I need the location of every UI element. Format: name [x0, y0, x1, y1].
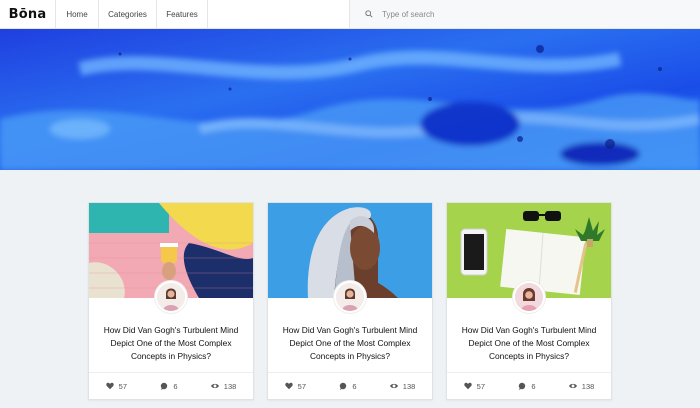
views-count: 138 [581, 381, 595, 391]
article-stats: 57 6 138 [268, 372, 432, 399]
eye-icon [389, 383, 398, 389]
nav-home[interactable]: Home [56, 0, 99, 28]
comments-stat[interactable]: 6 [518, 382, 535, 391]
comments-count: 6 [531, 381, 536, 391]
search-input[interactable] [382, 9, 632, 19]
comment-icon [340, 382, 347, 390]
search-bar[interactable] [350, 0, 700, 28]
eye-icon [568, 383, 577, 389]
views-count: 138 [223, 381, 237, 391]
article-card[interactable]: How Did Van Gogh's Turbulent Mind Depict… [88, 202, 254, 400]
likes-count: 57 [118, 381, 127, 391]
article-card[interactable]: How Did Van Gogh's Turbulent Mind Depict… [267, 202, 433, 400]
likes-count: 57 [476, 381, 485, 391]
search-icon [365, 10, 373, 18]
comments-stat[interactable]: 6 [339, 382, 356, 391]
nav-features[interactable]: Features [157, 0, 208, 28]
likes-count: 57 [297, 381, 306, 391]
article-stats: 57 6 138 [447, 372, 611, 399]
comments-count: 6 [352, 381, 357, 391]
heart-icon [284, 382, 293, 390]
heart-icon [463, 382, 472, 390]
heart-icon [105, 382, 114, 390]
site-logo[interactable]: Bōna [0, 0, 56, 28]
header-spacer [208, 0, 350, 28]
site-header: Bōna Home Categories Features [0, 0, 700, 29]
nav-categories[interactable]: Categories [99, 0, 157, 28]
hero-banner-image [0, 29, 700, 170]
article-stats: 57 6 138 [89, 372, 253, 399]
likes-stat[interactable]: 57 [284, 381, 306, 391]
article-card[interactable]: How Did Van Gogh's Turbulent Mind Depict… [446, 202, 612, 400]
views-stat: 138 [210, 381, 237, 391]
comment-icon [161, 382, 168, 390]
comments-count: 6 [173, 381, 178, 391]
author-avatar[interactable] [513, 281, 545, 313]
article-title[interactable]: How Did Van Gogh's Turbulent Mind Depict… [97, 324, 245, 363]
views-count: 138 [402, 381, 416, 391]
comment-icon [519, 382, 526, 390]
likes-stat[interactable]: 57 [463, 381, 485, 391]
eye-icon [210, 383, 219, 389]
author-avatar[interactable] [334, 281, 366, 313]
likes-stat[interactable]: 57 [105, 381, 127, 391]
author-avatar[interactable] [155, 281, 187, 313]
article-title[interactable]: How Did Van Gogh's Turbulent Mind Depict… [455, 324, 603, 363]
comments-stat[interactable]: 6 [160, 382, 177, 391]
article-title[interactable]: How Did Van Gogh's Turbulent Mind Depict… [276, 324, 424, 363]
views-stat: 138 [568, 381, 595, 391]
views-stat: 138 [389, 381, 416, 391]
